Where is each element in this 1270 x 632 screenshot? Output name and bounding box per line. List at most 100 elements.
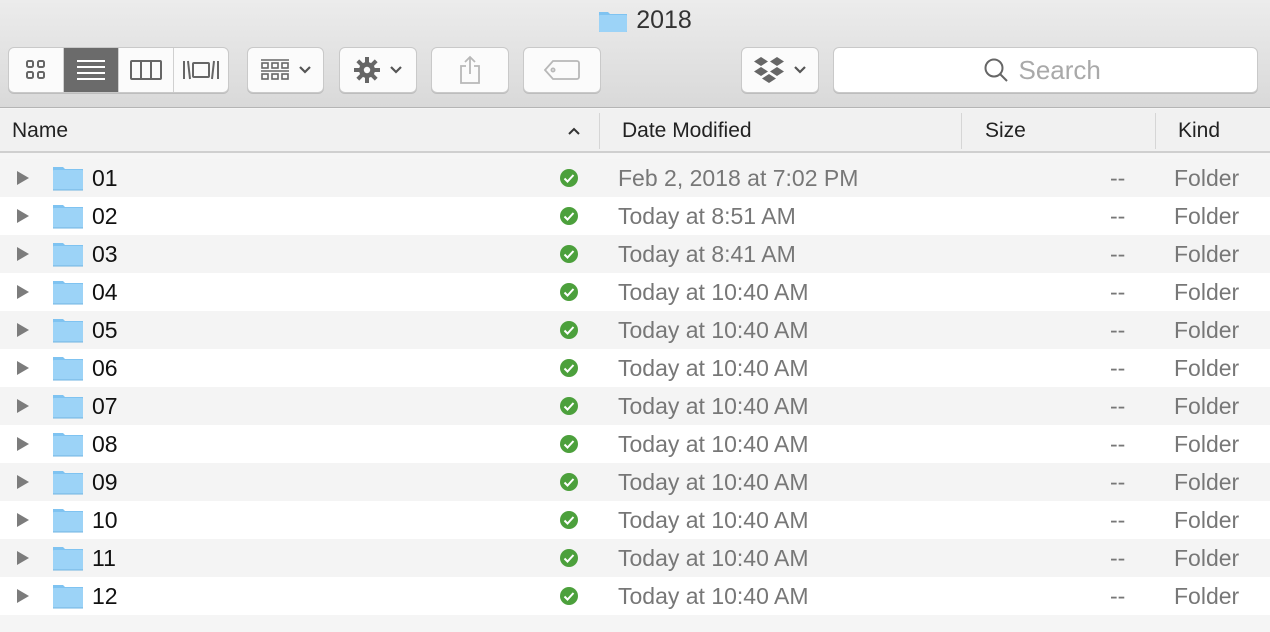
search-input[interactable] [1018,54,1109,86]
list-view-button[interactable] [64,48,119,92]
folder-icon [52,501,84,539]
icon-view-button[interactable] [9,48,64,92]
file-size: -- [1110,506,1126,533]
file-kind: Folder [1174,544,1240,571]
file-row[interactable]: 05 Today at 10:40 AM -- Folder [0,311,1270,349]
column-divider[interactable] [1155,113,1156,149]
sync-status-icon [559,387,579,425]
file-kind: Folder [1174,278,1240,305]
date-modified: Today at 10:40 AM [618,430,809,457]
dropbox-icon [754,57,784,83]
folder-icon [52,273,84,311]
column-header-name[interactable]: Name [12,109,68,153]
file-size: -- [1110,164,1126,191]
date-modified: Today at 10:40 AM [618,278,809,305]
disclosure-triangle-icon[interactable] [16,197,30,235]
disclosure-triangle-icon[interactable] [16,387,30,425]
column-header-date-label: Date Modified [622,119,752,142]
chevron-down-icon [298,66,311,74]
file-row[interactable]: 09 Today at 10:40 AM -- Folder [0,463,1270,501]
file-size: -- [1110,430,1126,457]
folder-icon [52,425,84,463]
date-modified: Today at 10:40 AM [618,506,809,533]
column-header-date[interactable]: Date Modified [622,109,752,153]
file-name: 10 [92,506,118,533]
date-modified: Today at 10:40 AM [618,468,809,495]
disclosure-triangle-icon[interactable] [16,501,30,539]
cover-flow-icon [183,60,219,80]
sync-status-icon [559,311,579,349]
list-icon [77,60,105,80]
search-field[interactable] [833,47,1258,93]
disclosure-triangle-icon[interactable] [16,539,30,577]
disclosure-triangle-icon[interactable] [16,463,30,501]
sync-status-icon [559,577,579,615]
dropbox-button[interactable] [741,47,819,93]
file-kind: Folder [1174,468,1240,495]
folder-icon [52,577,84,615]
column-header: Name Date Modified Size Kind [0,109,1270,153]
file-kind: Folder [1174,202,1240,229]
file-name: 02 [92,202,118,229]
file-kind: Folder [1174,506,1240,533]
file-kind: Folder [1174,392,1240,419]
file-row[interactable]: 03 Today at 8:41 AM -- Folder [0,235,1270,273]
date-modified: Today at 8:51 AM [618,202,796,229]
folder-icon [52,539,84,577]
column-divider[interactable] [599,113,600,149]
file-name: 07 [92,392,118,419]
file-list: 01 Feb 2, 2018 at 7:02 PM -- Folder 02 T… [0,159,1270,615]
sync-status-icon [559,349,579,387]
view-mode-selector [8,47,229,93]
column-header-size-label: Size [985,119,1026,142]
sync-status-icon [559,501,579,539]
file-row[interactable]: 10 Today at 10:40 AM -- Folder [0,501,1270,539]
file-row[interactable]: 02 Today at 8:51 AM -- Folder [0,197,1270,235]
file-name: 09 [92,468,118,495]
disclosure-triangle-icon[interactable] [16,235,30,273]
chevron-down-icon [390,66,402,74]
share-button[interactable] [431,47,509,93]
toolbar: 2018 [0,0,1270,108]
column-view-button[interactable] [119,48,174,92]
disclosure-triangle-icon[interactable] [16,159,30,197]
column-header-name-label: Name [12,119,69,142]
file-row[interactable]: 11 Today at 10:40 AM -- Folder [0,539,1270,577]
file-name: 01 [92,164,118,191]
arrange-button[interactable] [247,47,324,93]
share-icon [460,55,480,84]
column-header-kind[interactable]: Kind [1178,109,1220,153]
disclosure-triangle-icon[interactable] [16,273,30,311]
file-size: -- [1110,278,1126,305]
date-modified: Feb 2, 2018 at 7:02 PM [618,164,859,191]
disclosure-triangle-icon[interactable] [16,425,30,463]
file-row[interactable]: 07 Today at 10:40 AM -- Folder [0,387,1270,425]
sort-ascending-icon[interactable] [567,126,581,136]
action-button[interactable] [339,47,417,93]
search-icon [984,58,1008,82]
date-modified: Today at 10:40 AM [618,544,809,571]
file-row[interactable]: 06 Today at 10:40 AM -- Folder [0,349,1270,387]
folder-icon [52,197,84,235]
file-row[interactable]: 12 Today at 10:40 AM -- Folder [0,577,1270,615]
file-name: 11 [92,544,116,571]
sync-status-icon [559,235,579,273]
file-name: 08 [92,430,118,457]
disclosure-triangle-icon[interactable] [16,311,30,349]
gallery-view-button[interactable] [174,48,228,92]
file-row[interactable]: 01 Feb 2, 2018 at 7:02 PM -- Folder [0,159,1270,197]
folder-icon [52,349,84,387]
file-kind: Folder [1174,354,1240,381]
folder-icon [599,11,628,32]
disclosure-triangle-icon[interactable] [16,577,30,615]
file-row[interactable]: 04 Today at 10:40 AM -- Folder [0,273,1270,311]
sync-status-icon [559,539,579,577]
disclosure-triangle-icon[interactable] [16,349,30,387]
file-row[interactable]: 08 Today at 10:40 AM -- Folder [0,425,1270,463]
column-header-size[interactable]: Size [985,109,1026,153]
file-kind: Folder [1174,430,1240,457]
file-size: -- [1110,582,1126,609]
file-name: 04 [92,278,118,305]
column-divider[interactable] [961,113,962,149]
tags-button[interactable] [523,47,601,93]
